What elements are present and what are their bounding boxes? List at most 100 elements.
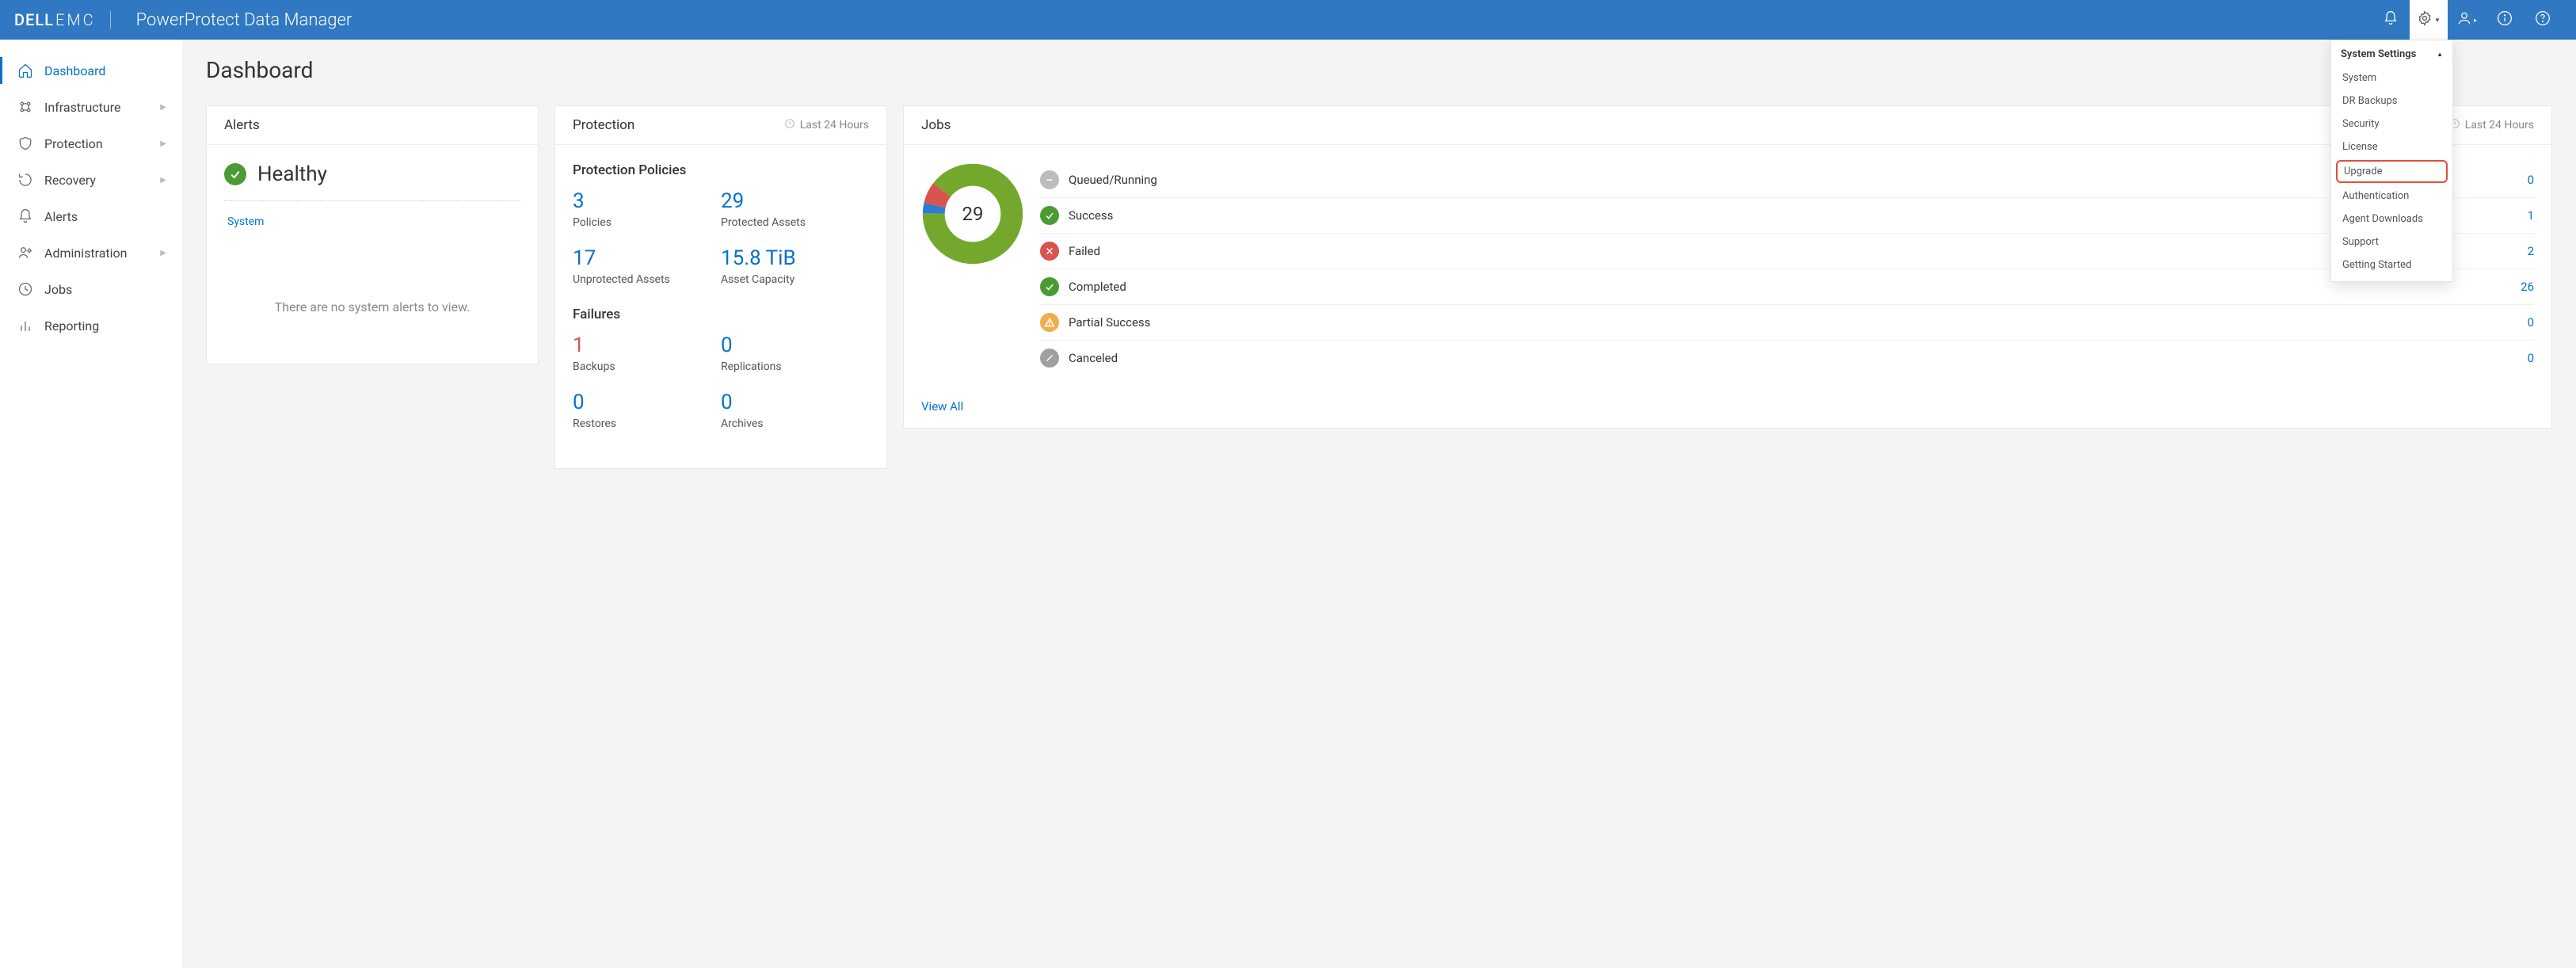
info-button[interactable] (2486, 0, 2524, 40)
dropdown-item-support[interactable]: Support (2331, 231, 2452, 253)
stat-backups[interactable]: 1Backups (573, 333, 721, 373)
no-alerts-text: There are no system alerts to view. (224, 228, 520, 346)
jobs-card-body: 29 Queued/Running0Success1Failed2Complet… (904, 145, 2551, 388)
view-all-link[interactable]: View All (904, 388, 2551, 428)
chevron-right-icon: ▸ (2474, 17, 2477, 24)
stat-label: Asset Capacity (721, 273, 869, 286)
sidebar-item-label: Dashboard (44, 63, 105, 78)
stat-label: Policies (573, 216, 721, 229)
chevron-up-icon: ▲ (2437, 51, 2443, 58)
stat-unprotected-assets[interactable]: 17Unprotected Assets (573, 246, 721, 286)
alerts-card-title: Alerts (224, 117, 260, 133)
sidebar-item-reporting[interactable]: Reporting (8, 307, 174, 344)
sidebar-item-label: Administration (44, 246, 128, 261)
job-row-label: Canceled (1069, 351, 1118, 365)
sidebar-item-administration[interactable]: Administration ▶ (8, 234, 174, 271)
notifications-button[interactable] (2372, 0, 2410, 40)
health-status-label: Healthy (257, 162, 327, 186)
protection-card: Protection Last 24 Hours Protection Poli… (554, 105, 887, 469)
dropdown-item-getting-started[interactable]: Getting Started (2331, 253, 2452, 276)
protection-time-range-label: Last 24 Hours (800, 119, 869, 131)
chevron-right-icon: ▶ (160, 249, 166, 257)
clock-icon (784, 118, 795, 132)
policies-grid: 3 Policies29Protected Assets17Unprotected… (573, 189, 869, 286)
reporting-icon (17, 318, 33, 333)
bell-icon (2383, 10, 2399, 29)
status-check-icon (1040, 277, 1059, 296)
stat-value: 3 (573, 189, 721, 213)
job-row-label: Partial Success (1069, 315, 1150, 330)
dropdown-item-system[interactable]: System (2331, 67, 2452, 90)
job-row-label: Queued/Running (1069, 173, 1157, 187)
alerts-icon (17, 208, 33, 224)
sidebar-item-dashboard[interactable]: Dashboard (8, 52, 174, 89)
job-row-count: 1 (2528, 208, 2534, 223)
sidebar-item-alerts[interactable]: Alerts (8, 198, 174, 234)
administration-icon (17, 245, 33, 261)
brand-divider (110, 11, 111, 29)
jobs-donut-chart: 29 (921, 162, 1024, 265)
dropdown-header: System Settings ▲ (2331, 40, 2452, 67)
chevron-right-icon: ▶ (160, 103, 166, 112)
help-button[interactable] (2524, 0, 2562, 40)
topbar: DELLEMC PowerProtect Data Manager ▼ ▸ (0, 0, 2576, 40)
dropdown-item-authentication[interactable]: Authentication (2331, 185, 2452, 208)
system-settings-dropdown[interactable]: System Settings ▲ SystemDR BackupsSecuri… (2330, 40, 2453, 282)
sidebar-item-infrastructure[interactable]: Infrastructure▶ (8, 89, 174, 125)
dropdown-title: System Settings (2341, 48, 2416, 60)
stat-archives[interactable]: 0Archives (721, 391, 869, 430)
stat-protected-assets[interactable]: 29Protected Assets (721, 189, 869, 229)
sidebar-item-label: Reporting (44, 318, 99, 333)
protection-icon (17, 135, 33, 151)
stat-restores[interactable]: 0Restores (573, 391, 721, 430)
stat-label: Archives (721, 417, 869, 430)
job-row-success[interactable]: Success1 (1040, 198, 2534, 234)
brand-dell: DELL (14, 10, 54, 29)
sidebar-item-jobs[interactable]: Jobs (8, 271, 174, 307)
chevron-right-icon: ▶ (160, 176, 166, 185)
brand: DELLEMC PowerProtect Data Manager (14, 10, 352, 30)
help-icon (2535, 10, 2551, 29)
dropdown-item-license[interactable]: License (2331, 135, 2452, 158)
alerts-card-head: Alerts (207, 106, 538, 145)
settings-button[interactable]: ▼ (2410, 0, 2448, 40)
dropdown-item-upgrade[interactable]: Upgrade (2336, 160, 2448, 183)
job-row-completed[interactable]: Completed26 (1040, 269, 2534, 305)
protection-card-body: Protection Policies 3 Policies29Protected… (555, 145, 886, 468)
stat-value: 0 (573, 391, 721, 414)
stat-replications[interactable]: 0Replications (721, 333, 869, 373)
stat-value: 15.8 TiB (721, 246, 869, 270)
dropdown-item-dr-backups[interactable]: DR Backups (2331, 90, 2452, 112)
stat-policies[interactable]: 3 Policies (573, 189, 721, 229)
system-alerts-link[interactable]: System (227, 215, 264, 228)
stat-label: Protected Assets (721, 216, 869, 229)
sidebar-item-label: Jobs (44, 282, 72, 297)
job-row-count: 26 (2521, 280, 2534, 294)
policies-section-title: Protection Policies (573, 162, 869, 178)
chevron-down-icon: ▼ (2434, 17, 2441, 24)
stat-value: 1 (573, 333, 721, 357)
stat-asset-capacity[interactable]: 15.8 TiB Asset Capacity (721, 246, 869, 286)
sidebar-item-protection[interactable]: Protection▶ (8, 125, 174, 162)
status-warn-icon (1040, 313, 1059, 332)
healthy-check-icon (224, 163, 246, 185)
dropdown-item-security[interactable]: Security (2331, 112, 2452, 135)
job-row-partial-success[interactable]: Partial Success0 (1040, 305, 2534, 341)
failures-section-title: Failures (573, 307, 869, 322)
sidebar-item-label: Alerts (44, 209, 78, 224)
user-button[interactable]: ▸ (2448, 0, 2486, 40)
dropdown-item-agent-downloads[interactable]: Agent Downloads (2331, 208, 2452, 231)
status-check-icon (1040, 206, 1059, 225)
jobs-list: Queued/Running0Success1Failed2Completed2… (1040, 162, 2534, 375)
sidebar-item-recovery[interactable]: Recovery▶ (8, 162, 174, 198)
job-row-queued-running[interactable]: Queued/Running0 (1040, 162, 2534, 198)
stat-value: 17 (573, 246, 721, 270)
sidebar-item-label: Protection (44, 136, 103, 151)
sidebar: DashboardInfrastructure▶Protection▶Recov… (0, 40, 182, 968)
job-row-canceled[interactable]: Canceled0 (1040, 341, 2534, 375)
jobs-card: Jobs Last 24 Hours 29 Queued/Running0Suc… (903, 105, 2552, 429)
info-icon (2497, 10, 2513, 29)
app-title: PowerProtect Data Manager (136, 10, 352, 30)
job-row-failed[interactable]: Failed2 (1040, 234, 2534, 269)
stat-label: Replications (721, 360, 869, 373)
